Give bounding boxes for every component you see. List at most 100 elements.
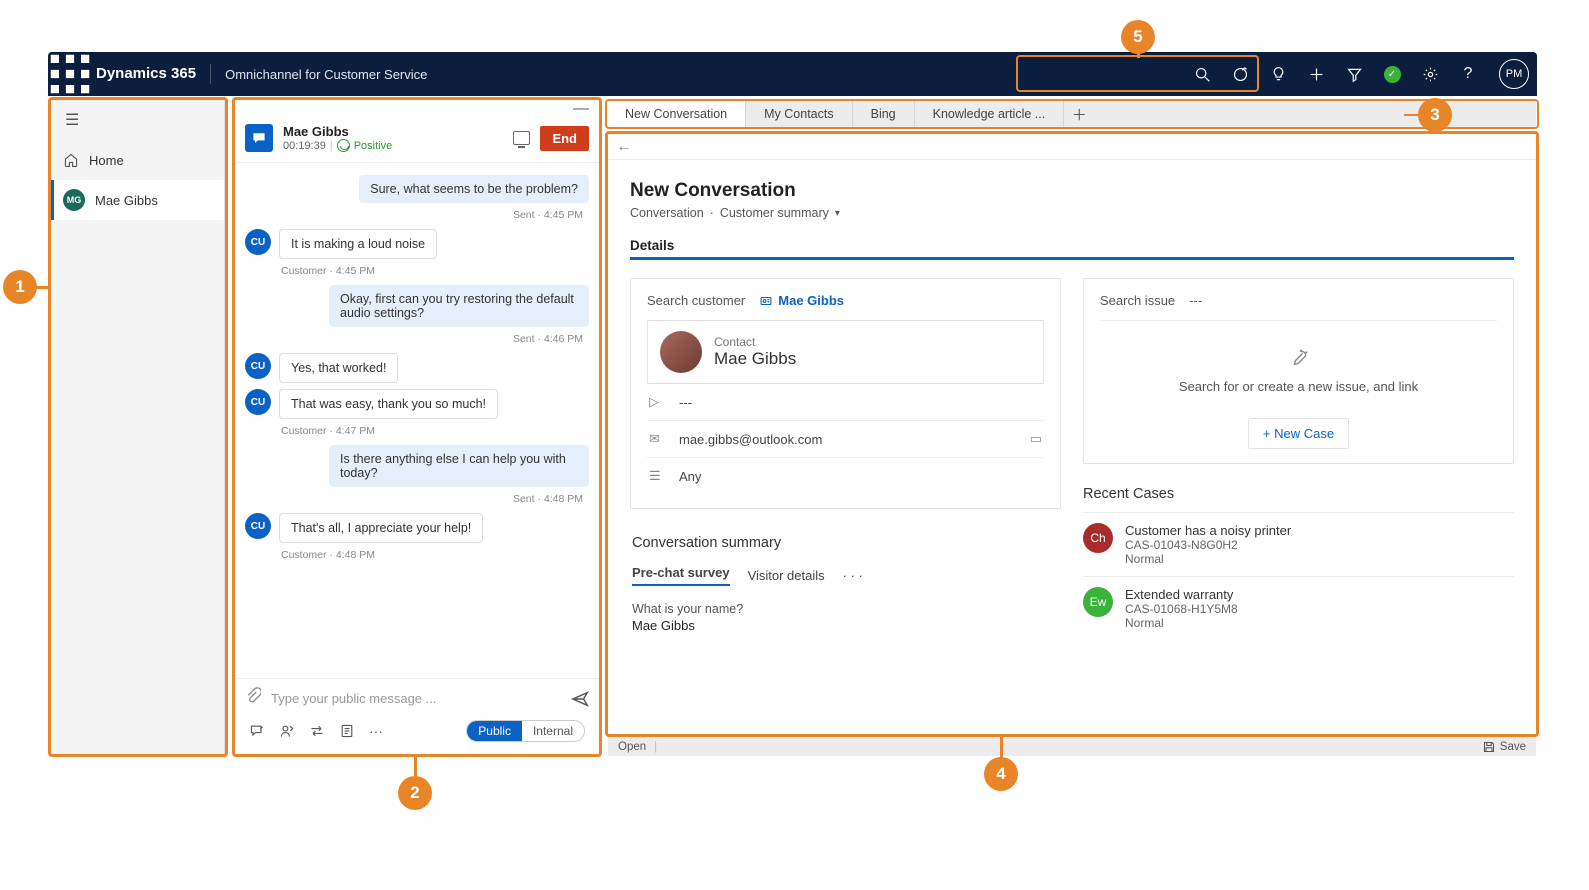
home-icon <box>63 152 79 168</box>
compose-input[interactable] <box>271 691 561 706</box>
cs-tab-visitor[interactable]: Visitor details <box>748 568 825 583</box>
settings-icon[interactable] <box>1413 57 1447 91</box>
contact-avatar <box>660 331 702 373</box>
pill-public[interactable]: Public <box>467 721 522 741</box>
hamburger-icon[interactable]: ☰ <box>51 100 224 140</box>
conversation-body[interactable]: Sure, what seems to be the problem? Sent… <box>235 163 599 678</box>
monitor-icon[interactable] <box>513 131 530 145</box>
visibility-pill: Public Internal <box>466 720 585 742</box>
issue-value[interactable]: --- <box>1189 293 1202 308</box>
recent-case-row[interactable]: Ch Customer has a noisy printer CAS-0104… <box>1083 512 1514 576</box>
tab-bing[interactable]: Bing <box>853 101 915 127</box>
msg-agent: Sure, what seems to be the problem? <box>359 175 589 203</box>
search-icon[interactable] <box>1185 57 1219 91</box>
form-title: New Conversation <box>630 180 1514 202</box>
pill-internal[interactable]: Internal <box>522 721 584 741</box>
customer-badge: CU <box>245 389 271 415</box>
tab-add-icon[interactable]: ＋ <box>1064 101 1094 127</box>
channel-chat-icon <box>245 124 273 152</box>
status-bar: Open | Save <box>608 737 1536 756</box>
contact-email-row[interactable]: ✉ mae.gibbs@outlook.com ▭ <box>647 421 1044 458</box>
tab-new-conversation[interactable]: New Conversation <box>607 101 746 127</box>
mail-icon: ✉ <box>649 431 665 447</box>
tab-my-contacts[interactable]: My Contacts <box>746 101 852 127</box>
customer-card: Search customer Mae Gibbs Contact Mae Gi… <box>630 278 1061 509</box>
send-icon[interactable] <box>571 690 589 708</box>
session-sidebar: ☰ Home MG Mae Gibbs <box>51 100 225 754</box>
contact-summary[interactable]: Contact Mae Gibbs <box>647 320 1044 384</box>
cs-tab-more-icon[interactable]: · · · <box>843 568 863 583</box>
tab-knowledge-article[interactable]: Knowledge article ... <box>915 101 1065 127</box>
user-avatar[interactable]: PM <box>1499 59 1529 89</box>
sentiment-positive-icon <box>337 139 350 152</box>
customer-badge: CU <box>245 229 271 255</box>
new-case-button[interactable]: + New Case <box>1248 418 1349 449</box>
msg-customer: Yes, that worked! <box>279 353 398 383</box>
end-button[interactable]: End <box>540 126 589 151</box>
back-arrow-icon[interactable]: ← <box>608 134 1536 160</box>
consult-icon[interactable] <box>279 723 295 739</box>
help-icon[interactable]: ? <box>1451 57 1485 91</box>
contact-name: Mae Gibbs <box>714 349 796 369</box>
save-button[interactable]: Save <box>1483 741 1526 753</box>
conversation-panel: — Mae Gibbs 00:19:39 | Positive End Sure… <box>235 100 599 754</box>
case-badge: Ew <box>1083 587 1113 617</box>
prechat-question: What is your name? <box>632 602 1059 616</box>
issue-card: Search issue --- Search for or create a … <box>1083 278 1514 464</box>
form-breadcrumb[interactable]: Conversation· Customer summary ▾ <box>630 206 1514 220</box>
sidebar-session-mae[interactable]: MG Mae Gibbs <box>51 180 224 220</box>
app-launcher-icon[interactable] <box>48 52 92 96</box>
msg-customer: That was easy, thank you so much! <box>279 389 498 419</box>
sentiment-label: Positive <box>354 140 393 152</box>
tag-icon: ▷ <box>649 394 665 410</box>
conv-timer: 00:19:39 <box>283 140 326 152</box>
contact-phone-row[interactable]: ▷ --- <box>647 384 1044 421</box>
search-issue-label: Search issue <box>1100 293 1175 308</box>
prechat-answer: Mae Gibbs <box>632 618 1059 633</box>
card-icon[interactable]: ▭ <box>1030 431 1042 447</box>
annotation-callout-2: 2 <box>398 776 432 810</box>
app-tab-strip: New Conversation My Contacts Bing Knowle… <box>607 101 1536 127</box>
task-icon[interactable] <box>1223 57 1257 91</box>
lightbulb-icon[interactable] <box>1261 57 1295 91</box>
contact-label: Contact <box>714 335 796 349</box>
annotation-callout-3: 3 <box>1418 98 1452 132</box>
cs-tab-prechat[interactable]: Pre-chat survey <box>632 565 730 586</box>
session-initials-badge: MG <box>63 189 85 211</box>
msg-meta: Sent · 4:45 PM <box>245 209 583 221</box>
sidebar-home[interactable]: Home <box>51 140 224 180</box>
more-icon[interactable]: ··· <box>369 723 383 739</box>
recent-case-row[interactable]: Ew Extended warranty CAS-01068-H1Y5M8 No… <box>1083 576 1514 640</box>
session-name-label: Mae Gibbs <box>95 193 158 208</box>
msg-agent: Okay, first can you try restoring the de… <box>329 285 589 327</box>
msg-customer: That's all, I appreciate your help! <box>279 513 483 543</box>
msg-agent: Is there anything else I can help you wi… <box>329 445 589 487</box>
annotation-callout-1: 1 <box>3 270 37 304</box>
quick-reply-icon[interactable] <box>249 723 265 739</box>
annotation-callout-4: 4 <box>984 757 1018 791</box>
presence-indicator[interactable]: ✓ <box>1375 57 1409 91</box>
msg-meta: Customer · 4:45 PM <box>281 265 589 277</box>
sidebar-home-label: Home <box>89 153 124 168</box>
annotation-connector <box>1000 737 1003 759</box>
msg-meta: Sent · 4:48 PM <box>245 493 583 505</box>
brand-label[interactable]: Dynamics 365 <box>92 64 211 84</box>
app-name-label: Omnichannel for Customer Service <box>211 67 427 82</box>
notes-icon[interactable] <box>339 723 355 739</box>
status-open[interactable]: Open <box>618 741 646 753</box>
annotation-callout-5: 5 <box>1121 20 1155 54</box>
contact-pref-row[interactable]: ☰ Any <box>647 458 1044 494</box>
linked-customer[interactable]: Mae Gibbs <box>759 293 844 308</box>
minimize-icon[interactable]: — <box>235 100 599 118</box>
case-badge: Ch <box>1083 523 1113 553</box>
filter-icon[interactable] <box>1337 57 1371 91</box>
conversation-header: Mae Gibbs 00:19:39 | Positive End <box>235 118 599 163</box>
attach-icon[interactable] <box>245 687 261 710</box>
transfer-icon[interactable] <box>309 723 325 739</box>
compose-area: ··· Public Internal <box>235 678 599 754</box>
msg-meta: Customer · 4:47 PM <box>281 425 589 437</box>
customer-badge: CU <box>245 513 271 539</box>
form-tab-details[interactable]: Details <box>630 238 1514 260</box>
add-icon[interactable] <box>1299 57 1333 91</box>
form-panel: ← New Conversation Conversation· Custome… <box>608 134 1536 734</box>
